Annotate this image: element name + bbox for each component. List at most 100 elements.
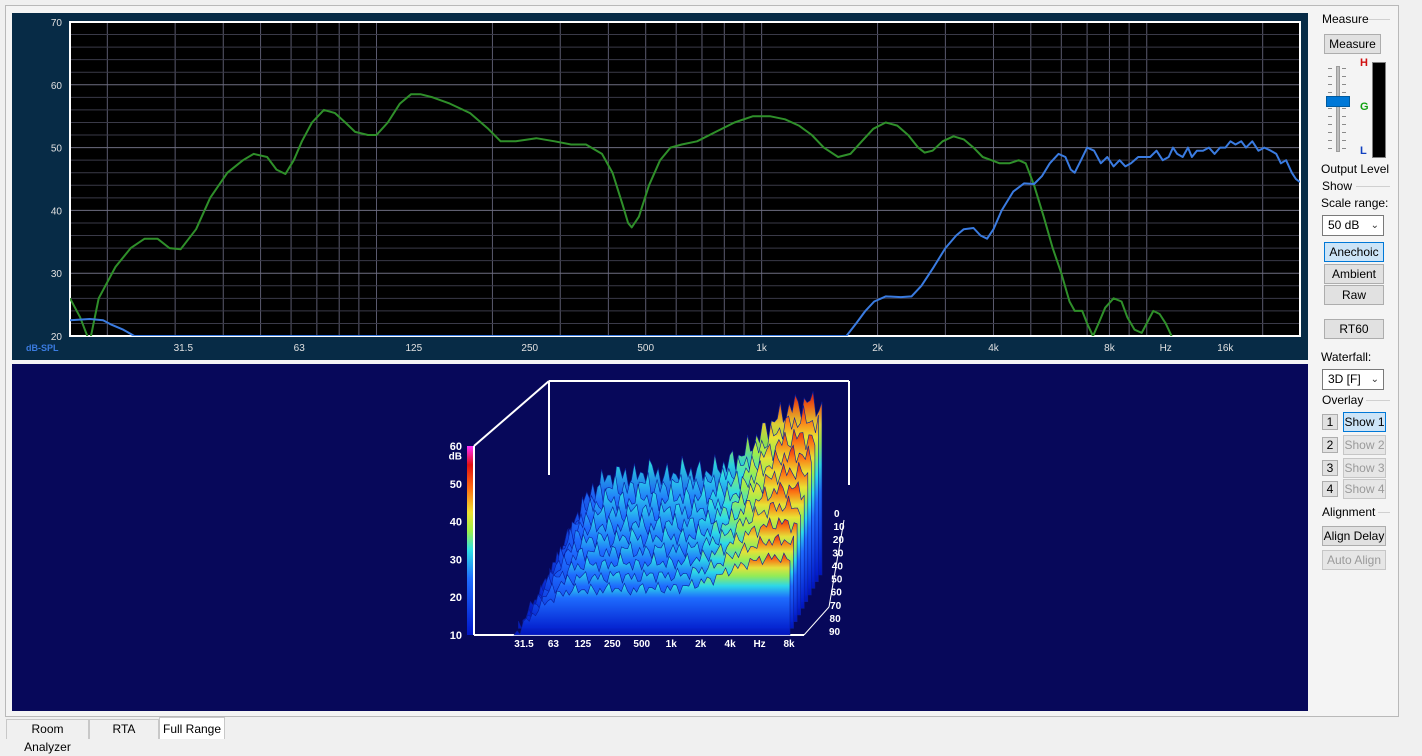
slider-tick (1342, 116, 1346, 117)
slider-tick (1342, 132, 1346, 133)
waterfall-time-tick-label: 80 (830, 614, 842, 625)
x-tick-label: 125 (405, 343, 422, 354)
waterfall-x-tick-label: 2k (695, 639, 707, 650)
show-3-button[interactable]: Show 3 (1343, 458, 1386, 478)
output-level-slider[interactable] (1324, 64, 1350, 154)
waterfall-surface (513, 391, 823, 636)
x-tick-label: 2k (872, 343, 884, 354)
tab-full-range[interactable]: Full Range (159, 717, 225, 739)
waterfall-label: Waterfall: (1321, 350, 1372, 364)
waterfall-time-tick-label: 10 (833, 522, 845, 533)
align-delay-button[interactable]: Align Delay (1322, 526, 1386, 546)
raw-button[interactable]: Raw (1324, 285, 1384, 305)
slider-tick (1328, 68, 1332, 69)
overlay-2-number: 2 (1322, 437, 1338, 453)
chevron-down-icon: ⌄ (1370, 220, 1379, 231)
show-2-button[interactable]: Show 2 (1343, 435, 1386, 455)
auto-align-button[interactable]: Auto Align (1322, 550, 1386, 570)
anechoic-button[interactable]: Anechoic (1324, 242, 1384, 262)
slider-tick (1342, 92, 1346, 93)
z-tick-label: 30 (450, 554, 462, 566)
show-group-title: Show (1322, 179, 1353, 193)
waterfall-time-tick-label: 20 (833, 535, 845, 546)
group-divider (1356, 186, 1390, 187)
x-tick-label: 1k (756, 343, 768, 354)
ambient-button[interactable]: Ambient (1324, 264, 1384, 284)
y-tick-label: 60 (51, 81, 63, 92)
chevron-down-icon: ⌄ (1370, 374, 1379, 385)
slider-tick (1328, 140, 1332, 141)
frequency-response-plot: 70 60 50 40 30 20 31.5 63 125 250 500 1k 2k 4k 8k Hz 16k… (26, 18, 1301, 354)
slider-tick (1342, 76, 1346, 77)
waterfall-time-tick-label: 50 (831, 575, 843, 586)
slider-tick (1328, 148, 1332, 149)
overlay-4-number: 4 (1322, 481, 1338, 497)
waterfall-x-tick-label: 8k (783, 639, 795, 650)
z-tick-label: 20 (450, 592, 462, 604)
waterfall-select[interactable]: 3D [F] ⌄ (1322, 369, 1384, 390)
alignment-group-title: Alignment (1322, 505, 1376, 519)
measure-group-title: Measure (1322, 12, 1369, 26)
show-4-button[interactable]: Show 4 (1343, 479, 1386, 499)
x-tick-label: 31.5 (174, 343, 194, 354)
x-tick-label: Hz (1160, 343, 1172, 354)
z-tick-label: 40 (450, 517, 462, 529)
waterfall-x-tick-label: 500 (633, 639, 650, 650)
x-tick-label: 63 (294, 343, 306, 354)
waterfall-x-tick-label: 63 (548, 639, 560, 650)
meter-label-high: H (1360, 57, 1368, 69)
rt60-button[interactable]: RT60 (1324, 319, 1384, 339)
z-axis-label: dB (449, 452, 462, 463)
waterfall-x-tick-label: Hz (753, 639, 765, 650)
side-panel: Measure Measure H G L Output Level Show … (1314, 12, 1390, 574)
x-tick-label: 4k (988, 343, 1000, 354)
waterfall-time-tick-label: 70 (830, 601, 842, 612)
tab-rta[interactable]: RTA (89, 719, 159, 739)
slider-thumb[interactable] (1326, 95, 1350, 107)
group-divider (1366, 400, 1390, 401)
slider-tick (1342, 140, 1346, 141)
slider-tick (1328, 124, 1332, 125)
waterfall-x-tick-label: 31.5 (514, 639, 534, 650)
plot-area (70, 22, 1300, 336)
show-1-button[interactable]: Show 1 (1343, 412, 1386, 432)
tab-room-analyzer[interactable]: Room Analyzer (6, 719, 89, 754)
meter-label-low: L (1360, 145, 1367, 157)
y-tick-label: 20 (51, 332, 63, 343)
slider-tick (1328, 84, 1332, 85)
frequency-response-graph[interactable]: 70 60 50 40 30 20 31.5 63 125 250 500 1k 2k 4k 8k Hz 16k… (12, 13, 1308, 360)
slider-tick (1342, 108, 1346, 109)
slider-tick (1342, 124, 1346, 125)
waterfall-x-tick-label: 250 (604, 639, 621, 650)
meter-label-good: G (1360, 101, 1369, 113)
z-tick-label: 10 (450, 630, 462, 642)
slider-tick (1328, 116, 1332, 117)
x-tick-label: 500 (637, 343, 654, 354)
waterfall-time-tick-label: 40 (832, 561, 844, 572)
group-divider (1378, 512, 1390, 513)
x-tick-label: 8k (1104, 343, 1116, 354)
waterfall-x-tick-label: 125 (575, 639, 592, 650)
y-tick-label: 30 (51, 269, 63, 280)
group-divider (1368, 19, 1390, 20)
overlay-3-number: 3 (1322, 460, 1338, 476)
waterfall-time-tick-label: 90 (829, 627, 841, 638)
scale-range-select[interactable]: 50 dB ⌄ (1322, 215, 1384, 236)
overlay-group-title: Overlay (1322, 393, 1364, 407)
slider-tick (1342, 84, 1346, 85)
output-level-label: Output Level (1321, 162, 1390, 176)
waterfall-value: 3D [F] (1328, 372, 1361, 386)
slider-tick (1328, 92, 1332, 93)
waterfall-x-tick-label: 4k (725, 639, 737, 650)
time-axis (803, 606, 830, 636)
color-scale-bar (467, 446, 473, 635)
slider-track (1336, 66, 1340, 152)
waterfall-x-tick-label: 1k (666, 639, 678, 650)
level-meter (1372, 62, 1386, 158)
waterfall-time-tick-label: 30 (832, 548, 844, 559)
z-tick-label: 50 (450, 479, 462, 491)
y-axis-label: dB-SPL (26, 343, 59, 353)
waterfall-graph[interactable]: 60 50 40 30 20 10 dB 31.5 63 125 250 500 1k 2k 4k Hz 8k 0… (12, 364, 1308, 711)
waterfall-time-tick-label: 0 (834, 509, 840, 520)
measure-button[interactable]: Measure (1324, 34, 1381, 54)
